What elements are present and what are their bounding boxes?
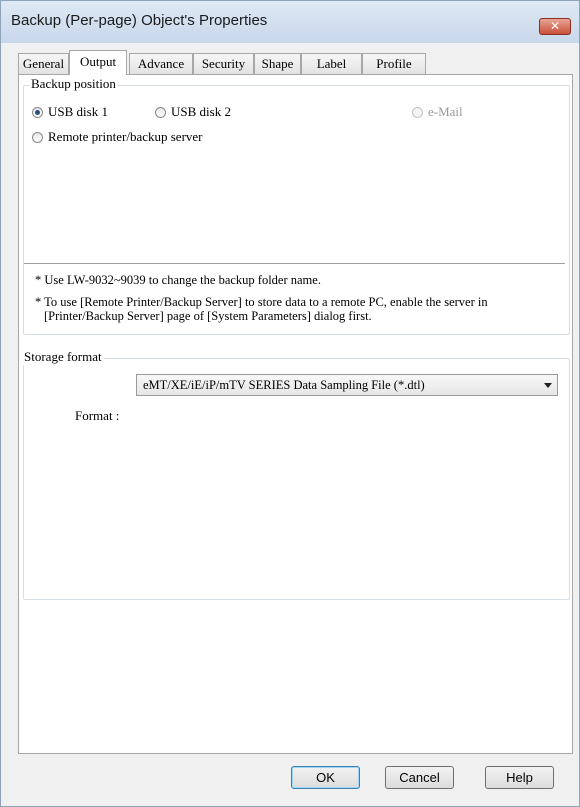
- format-label: Format :: [75, 408, 120, 423]
- remote-server-note-line-2: [Printer/Backup Server] page of [System …: [44, 309, 372, 323]
- radio-email[interactable]: e-Mail: [412, 104, 463, 120]
- title-bar[interactable]: Backup (Per-page) Object's Properties ✕: [1, 1, 579, 43]
- chevron-down-icon: [544, 383, 552, 388]
- remote-server-note-line-1: * To use [Remote Printer/Backup Server] …: [35, 295, 488, 309]
- tab-general[interactable]: General: [18, 53, 69, 74]
- dialog-client-area: General Output Advance Security Shape La…: [8, 43, 573, 799]
- tab-advance[interactable]: Advance: [129, 53, 193, 74]
- tab-shape[interactable]: Shape: [254, 53, 301, 74]
- close-icon: ✕: [549, 19, 561, 33]
- tab-profile[interactable]: Profile: [362, 53, 426, 74]
- radio-remote-server[interactable]: Remote printer/backup server: [32, 129, 203, 145]
- properties-dialog: Backup (Per-page) Object's Properties ✕ …: [0, 0, 580, 807]
- close-button[interactable]: ✕: [539, 18, 571, 35]
- radio-selected-icon: [32, 106, 43, 118]
- window-title: Backup (Per-page) Object's Properties: [11, 12, 268, 29]
- separator-line: [24, 263, 565, 264]
- tab-output[interactable]: Output: [69, 50, 127, 75]
- format-dropdown-value: eMT/XE/iE/iP/mTV SERIES Data Sampling Fi…: [143, 378, 425, 392]
- tab-bar: General Output Advance Security Shape La…: [18, 50, 448, 75]
- radio-email-label: e-Mail: [428, 104, 463, 119]
- format-dropdown[interactable]: eMT/XE/iE/iP/mTV SERIES Data Sampling Fi…: [136, 374, 558, 396]
- radio-unselected-icon: [32, 131, 43, 143]
- radio-usb-disk-2-label: USB disk 2: [171, 104, 231, 119]
- radio-disabled-icon: [412, 106, 423, 118]
- radio-remote-server-label: Remote printer/backup server: [48, 129, 203, 144]
- output-tab-panel: Backup position USB disk 1 USB disk 2 e-…: [18, 74, 573, 754]
- ok-button[interactable]: OK: [291, 766, 360, 789]
- backup-position-legend: Backup position: [29, 76, 118, 92]
- radio-usb-disk-1[interactable]: USB disk 1: [32, 104, 108, 120]
- radio-usb-disk-1-label: USB disk 1: [48, 104, 108, 119]
- tab-label[interactable]: Label: [301, 53, 362, 74]
- tab-security[interactable]: Security: [193, 53, 254, 74]
- cancel-button[interactable]: Cancel: [385, 766, 454, 789]
- folder-name-note: * Use LW-9032~9039 to change the backup …: [35, 273, 321, 287]
- radio-usb-disk-2[interactable]: USB disk 2: [155, 104, 231, 120]
- storage-format-legend: Storage format: [22, 349, 104, 365]
- help-button[interactable]: Help: [485, 766, 554, 789]
- radio-unselected-icon: [155, 106, 166, 118]
